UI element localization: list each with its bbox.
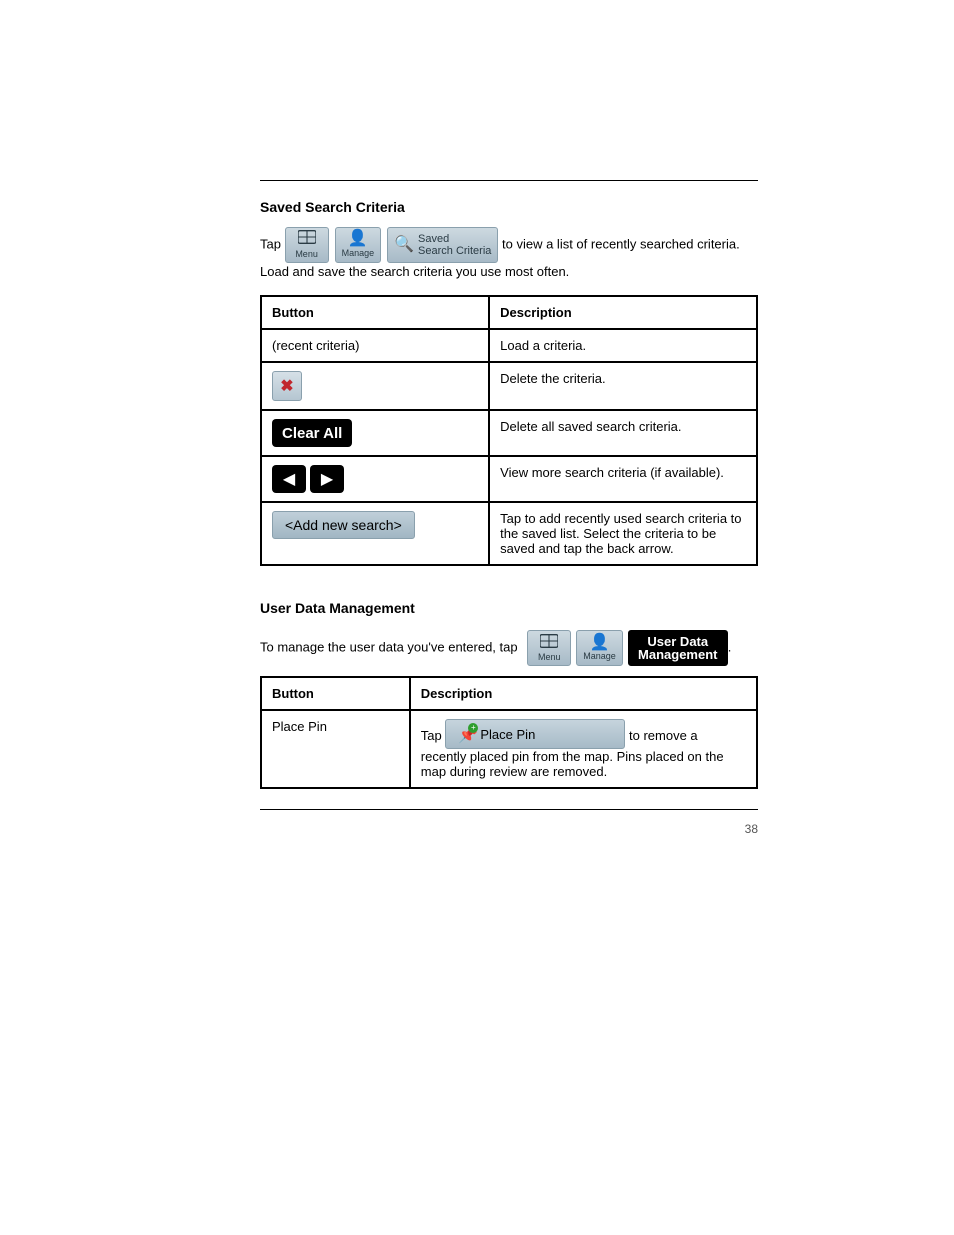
user-data-intro: To manage the user data you've entered, … — [260, 630, 758, 666]
place-pin-button[interactable]: 📌 + Place Pin — [445, 719, 625, 749]
saved-search-intro: Tap Menu 👤 Manage 🔍 Saved Search Criteri… — [260, 227, 758, 281]
breadcrumb-saved-criteria[interactable]: 🔍 Saved Search Criteria — [387, 227, 498, 263]
cell-place-pin: Place Pin — [261, 710, 410, 788]
breadcrumb-manage[interactable]: 👤 Manage — [335, 227, 382, 263]
chevron-left-icon: ◀ — [283, 469, 295, 489]
section-title-saved-search: Saved Search Criteria — [260, 199, 758, 215]
table-header-row: Button Description — [261, 296, 757, 329]
user-data-table: Button Description Place Pin Tap 📌 + Pla… — [260, 676, 758, 789]
breadcrumb-menu[interactable]: Menu — [285, 227, 329, 263]
cell-desc: View more search criteria (if available)… — [489, 456, 757, 502]
breadcrumb-menu-label: Menu — [295, 248, 318, 261]
add-new-search-label: <Add new search> — [285, 517, 402, 533]
cell-desc: Tap to add recently used search criteria… — [489, 502, 757, 565]
breadcrumb-saved-search: Menu 👤 Manage 🔍 Saved Search Criteria — [285, 227, 499, 263]
table-row: Place Pin Tap 📌 + Place Pin to remove a … — [261, 710, 757, 788]
table-header-row: Button Description — [261, 677, 757, 710]
next-button[interactable]: ▶ — [310, 465, 344, 493]
breadcrumb-menu-2[interactable]: Menu — [527, 630, 571, 666]
cell-desc: Delete all saved search criteria. — [489, 410, 757, 456]
prev-button[interactable]: ◀ — [272, 465, 306, 493]
delete-criteria-button[interactable]: ✖ — [272, 371, 302, 401]
breadcrumb-udm[interactable]: User Data Management — [628, 630, 728, 666]
table-row: ✖ Delete the criteria. — [261, 362, 757, 410]
search-icon: 🔍 — [394, 237, 414, 253]
top-rule — [260, 180, 758, 181]
clear-all-label: Clear All — [282, 425, 342, 442]
udm-intro-prefix: To manage the user data you've entered, … — [260, 640, 518, 655]
cell-desc-place-pin: Tap 📌 + Place Pin to remove a recently p… — [410, 710, 757, 788]
udm-intro-suffix: . — [728, 640, 732, 655]
place-pin-label: Place Pin — [480, 727, 535, 742]
desc-before: Tap — [421, 728, 446, 743]
header-description: Description — [489, 296, 757, 329]
table-row: (recent criteria) Load a criteria. — [261, 329, 757, 362]
table-row: ◀ ▶ View more search criteria (if availa… — [261, 456, 757, 502]
bottom-rule — [260, 809, 758, 810]
saved-search-table: Button Description (recent criteria) Loa… — [260, 295, 758, 566]
manage-icon: 👤 — [348, 231, 368, 247]
page-number: 38 — [260, 822, 758, 836]
header-description-2: Description — [410, 677, 757, 710]
clear-all-button[interactable]: Clear All — [272, 419, 352, 447]
breadcrumb-manage-label: Manage — [342, 247, 375, 260]
breadcrumb-udm-label: User Data Management — [638, 635, 717, 661]
section-title-user-data: User Data Management — [260, 600, 758, 616]
table-row: <Add new search> Tap to add recently use… — [261, 502, 757, 565]
chevron-right-icon: ▶ — [321, 469, 333, 489]
cell-desc: Delete the criteria. — [489, 362, 757, 410]
breadcrumb-manage-label-2: Manage — [583, 651, 616, 661]
breadcrumb-menu-label-2: Menu — [538, 652, 561, 662]
cell-desc: Load a criteria. — [489, 329, 757, 362]
breadcrumb-saved-label: Saved Search Criteria — [418, 233, 491, 257]
table-row: Clear All Delete all saved search criter… — [261, 410, 757, 456]
close-icon: ✖ — [280, 376, 293, 396]
intro-prefix: Tap — [260, 236, 285, 251]
cell-recent-criteria: (recent criteria) — [261, 329, 489, 362]
header-button-2: Button — [261, 677, 410, 710]
menu-icon — [540, 634, 558, 652]
breadcrumb-user-data: Menu 👤 Manage User Data Management — [527, 630, 728, 666]
pin-icon: 📌 + — [458, 725, 474, 743]
breadcrumb-manage-2[interactable]: 👤 Manage — [576, 630, 623, 666]
add-new-search-button[interactable]: <Add new search> — [272, 511, 415, 539]
header-button: Button — [261, 296, 489, 329]
manage-icon: 👤 — [590, 635, 610, 651]
menu-icon — [298, 230, 316, 248]
